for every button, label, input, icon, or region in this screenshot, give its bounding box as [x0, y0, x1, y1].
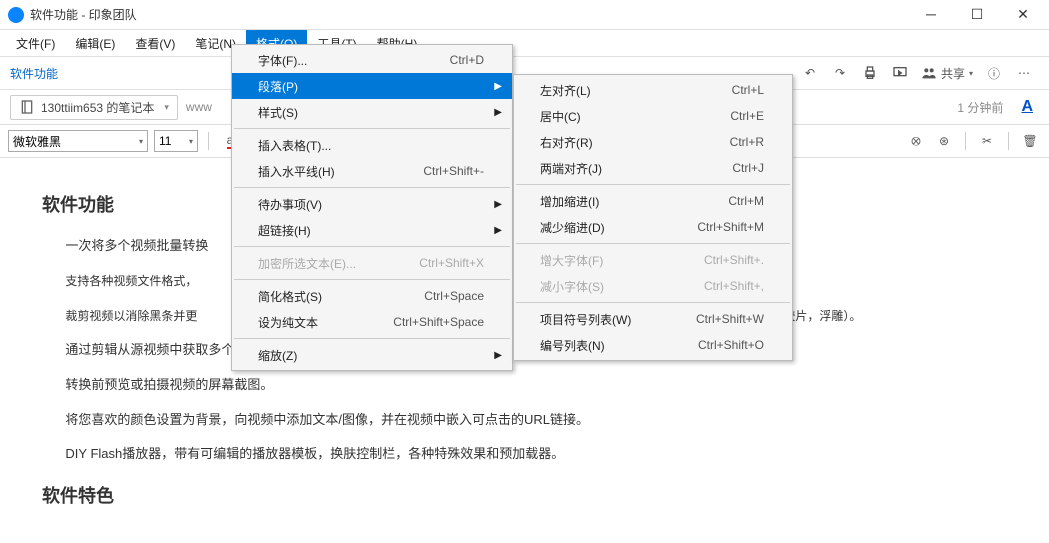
- heading: 软件特色: [42, 479, 1007, 513]
- menu-item[interactable]: 两端对齐(J)Ctrl+J: [514, 155, 792, 181]
- share-button[interactable]: 共享 ▾: [921, 65, 973, 82]
- info-icon[interactable]: ⓘ: [982, 61, 1006, 85]
- more-icon[interactable]: ⋯: [1012, 61, 1036, 85]
- separator: [965, 132, 966, 150]
- maximize-button[interactable]: ☐: [963, 6, 991, 23]
- menu-file[interactable]: 文件(F): [6, 30, 65, 56]
- share-label: 共享: [941, 65, 965, 82]
- minimize-button[interactable]: ─: [917, 6, 945, 23]
- menu-item[interactable]: 右对齐(R)Ctrl+R: [514, 129, 792, 155]
- chevron-right-icon: ▶: [494, 350, 502, 361]
- last-edited-time: 1 分钟前: [957, 99, 1003, 116]
- paragraph: 将您喜欢的颜色设置为背景，向视频中添加文本/图像，并在视频中嵌入可点击的URL链…: [42, 408, 1007, 433]
- menu-item[interactable]: 左对齐(L)Ctrl+L: [514, 77, 792, 103]
- font-family-value: 微软雅黑: [13, 133, 61, 150]
- menu-item[interactable]: 超链接(H)▶: [232, 217, 512, 243]
- chevron-right-icon: ▶: [494, 81, 502, 92]
- menu-item[interactable]: 插入水平线(H)Ctrl+Shift+-: [232, 158, 512, 184]
- redo-icon[interactable]: ↷: [828, 61, 852, 85]
- menu-item[interactable]: 缩放(Z)▶: [232, 342, 512, 368]
- menu-item: 减小字体(S)Ctrl+Shift+,: [514, 273, 792, 299]
- font-size-select[interactable]: 11 ▾: [154, 130, 198, 152]
- notebook-selector[interactable]: 130ttiim653 的笔记本 ▾: [10, 95, 178, 120]
- menu-item[interactable]: 段落(P)▶: [232, 73, 512, 99]
- chevron-down-icon: ▾: [139, 137, 143, 146]
- menu-item[interactable]: 设为纯文本Ctrl+Shift+Space: [232, 309, 512, 335]
- paragraph: DIY Flash播放器，带有可编辑的播放器模板，换肤控制栏，各种特殊效果和预加…: [42, 442, 1007, 467]
- menu-item[interactable]: 项目符号列表(W)Ctrl+Shift+W: [514, 306, 792, 332]
- font-family-select[interactable]: 微软雅黑 ▾: [8, 130, 148, 152]
- menu-item[interactable]: 待办事项(V)▶: [232, 191, 512, 217]
- menu-item[interactable]: 增加缩进(I)Ctrl+M: [514, 188, 792, 214]
- trash-icon[interactable]: 🗑: [1019, 130, 1041, 152]
- separator: [208, 132, 209, 150]
- separator: [1008, 132, 1009, 150]
- menu-item[interactable]: 样式(S)▶: [232, 99, 512, 125]
- people-icon: [921, 65, 937, 81]
- current-tab-label[interactable]: 软件功能: [10, 65, 58, 82]
- attach-icon[interactable]: ⭙: [905, 130, 927, 152]
- notebook-name: 130ttiim653 的笔记本: [41, 99, 154, 116]
- url-fragment: www: [186, 100, 212, 114]
- chevron-down-icon: ▾: [189, 137, 193, 146]
- menu-item[interactable]: 字体(F)...Ctrl+D: [232, 47, 512, 73]
- close-button[interactable]: ✕: [1009, 6, 1037, 23]
- clip-icon[interactable]: ✂: [976, 130, 998, 152]
- chevron-right-icon: ▶: [494, 225, 502, 236]
- menu-item: 增大字体(F)Ctrl+Shift+.: [514, 247, 792, 273]
- menu-view[interactable]: 查看(V): [125, 30, 185, 56]
- chevron-right-icon: ▶: [494, 199, 502, 210]
- chevron-right-icon: ▶: [494, 107, 502, 118]
- globe-icon[interactable]: ⊛: [933, 130, 955, 152]
- menu-item: 加密所选文本(E)...Ctrl+Shift+X: [232, 250, 512, 276]
- font-size-value: 11: [159, 134, 171, 148]
- chevron-down-icon: ▾: [164, 102, 169, 113]
- chevron-down-icon: ▾: [969, 69, 973, 78]
- window-title: 软件功能 - 印象团队: [30, 6, 917, 23]
- menubar: 文件(F) 编辑(E) 查看(V) 笔记(N) 格式(O) 工具(T) 帮助(H…: [0, 30, 1049, 56]
- notebook-icon: [19, 99, 35, 115]
- menu-item[interactable]: 居中(C)Ctrl+E: [514, 103, 792, 129]
- menu-item[interactable]: 插入表格(T)...: [232, 132, 512, 158]
- undo-icon[interactable]: ↶: [798, 61, 822, 85]
- app-icon: [8, 7, 24, 23]
- titlebar: 软件功能 - 印象团队 ─ ☐ ✕: [0, 0, 1049, 30]
- paragraph-submenu: 左对齐(L)Ctrl+L居中(C)Ctrl+E右对齐(R)Ctrl+R两端对齐(…: [513, 74, 793, 361]
- paragraph: 转换前预览或拍摄视频的屏幕截图。: [42, 373, 1007, 398]
- print-icon[interactable]: [858, 61, 882, 85]
- menu-item[interactable]: 减少缩进(D)Ctrl+Shift+M: [514, 214, 792, 240]
- text-color-indicator[interactable]: A: [1021, 98, 1033, 116]
- menu-item[interactable]: 编号列表(N)Ctrl+Shift+O: [514, 332, 792, 358]
- menu-edit[interactable]: 编辑(E): [65, 30, 125, 56]
- menu-item[interactable]: 简化格式(S)Ctrl+Space: [232, 283, 512, 309]
- format-menu-dropdown: 字体(F)...Ctrl+D段落(P)▶样式(S)▶ 插入表格(T)...插入水平…: [231, 44, 513, 371]
- present-icon[interactable]: [888, 61, 912, 85]
